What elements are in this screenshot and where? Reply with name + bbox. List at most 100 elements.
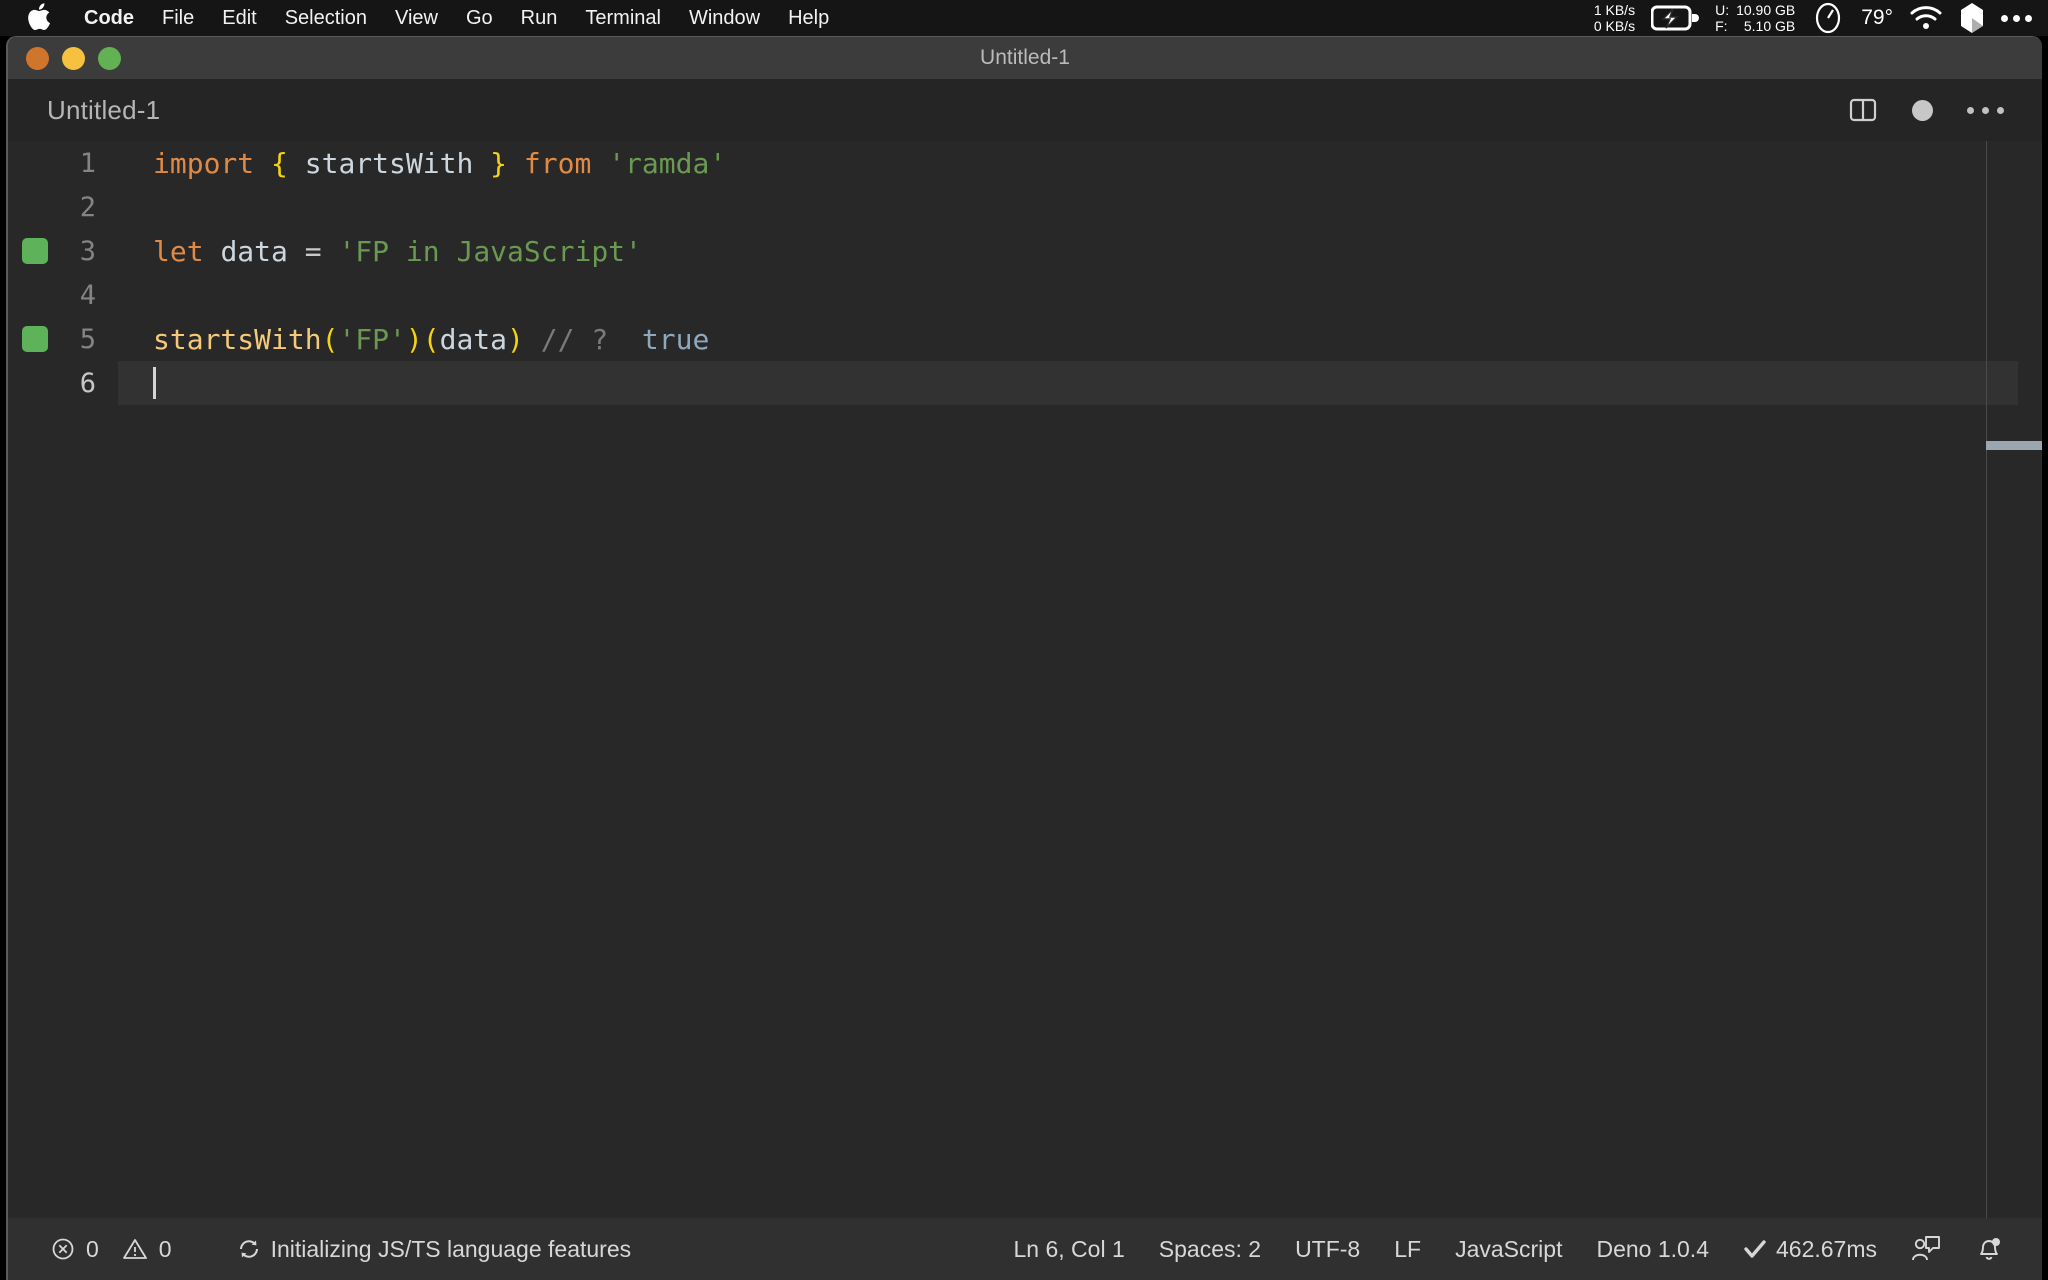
menu-item-run[interactable]: Run (507, 0, 572, 36)
code-token: true (641, 322, 710, 356)
status-indentation[interactable]: Spaces: 2 (1142, 1218, 1278, 1280)
code-token: { (271, 146, 288, 180)
memory-used-label: U: (1715, 2, 1730, 18)
line-content[interactable]: import { startsWith } from 'ramda' (118, 141, 2042, 185)
code-line[interactable]: 2 (8, 185, 2042, 229)
feedback-person-icon (1911, 1235, 1941, 1263)
apple-logo-icon[interactable] (22, 2, 56, 32)
status-problems[interactable]: 0 0 (38, 1218, 185, 1280)
status-feedback[interactable] (1894, 1218, 1958, 1280)
editor-tab-bar: Untitled-1 (8, 79, 2042, 141)
ellipsis-icon[interactable] (2001, 14, 2032, 22)
code-line[interactable]: 6 (8, 361, 2042, 405)
status-task-progress[interactable]: Initializing JS/TS language features (223, 1218, 645, 1280)
check-icon (1743, 1238, 1767, 1260)
status-bar: 0 0 Initializing JS/TS language features… (8, 1218, 2042, 1280)
code-token: ( (321, 322, 339, 356)
line-number: 1 (79, 147, 96, 179)
line-number: 6 (79, 367, 96, 399)
more-actions-icon[interactable] (1967, 106, 2004, 114)
status-execution-time[interactable]: 462.67ms (1726, 1218, 1894, 1280)
status-runtime-deno[interactable]: Deno 1.0.4 (1579, 1218, 1726, 1280)
warning-triangle-icon (122, 1237, 148, 1261)
line-number: 2 (79, 191, 96, 223)
status-bar-left: 0 0 Initializing JS/TS language features (8, 1218, 644, 1280)
code-token: data (220, 234, 288, 268)
code-lines-container: 1 import { startsWith } from 'ramda' 2 3 let… (8, 141, 2042, 405)
vscode-window: Untitled-1 Untitled-1 1 import { startsWi… (6, 36, 2042, 1280)
menu-item-help[interactable]: Help (774, 0, 843, 36)
menu-item-edit[interactable]: Edit (208, 0, 270, 36)
line-content[interactable] (118, 185, 2042, 229)
menu-item-terminal[interactable]: Terminal (571, 0, 675, 36)
code-token: 'FP in JavaScript' (338, 234, 642, 268)
menu-item-go[interactable]: Go (452, 0, 507, 36)
menu-item-window[interactable]: Window (675, 0, 774, 36)
line-content[interactable] (118, 273, 2042, 317)
git-added-marker (22, 238, 48, 264)
code-token: } (490, 146, 508, 180)
temperature-indicator[interactable]: 79° (1861, 6, 1893, 30)
code-token: data (439, 322, 508, 356)
wifi-icon[interactable] (1909, 5, 1943, 31)
network-download-speed: 1 KB/s (1593, 2, 1636, 18)
window-titlebar: Untitled-1 (8, 37, 2042, 79)
code-token: ) (405, 322, 423, 356)
code-line[interactable]: 1 import { startsWith } from 'ramda' (8, 141, 2042, 185)
code-token: 'FP' (338, 322, 406, 356)
window-title: Untitled-1 (980, 46, 1070, 69)
git-added-marker (22, 326, 48, 352)
unsaved-changes-dot[interactable] (1912, 99, 1933, 121)
sync-spinner-icon (236, 1236, 262, 1262)
control-center-icon[interactable] (1959, 2, 1985, 34)
line-content[interactable] (118, 361, 2018, 405)
status-language-mode[interactable]: JavaScript (1438, 1218, 1579, 1280)
status-cursor-position[interactable]: Ln 6, Col 1 (997, 1218, 1142, 1280)
code-token: startsWith (304, 146, 474, 180)
code-line[interactable]: 3 let data = 'FP in JavaScript' (8, 229, 2042, 273)
code-line[interactable]: 4 (8, 273, 2042, 317)
code-token: 'ramda' (608, 146, 727, 180)
network-upload-speed: 0 KB/s (1593, 18, 1636, 34)
network-speed-indicator[interactable]: 1 KB/s 0 KB/s (1594, 2, 1635, 34)
status-eol[interactable]: LF (1377, 1218, 1438, 1280)
split-editor-icon[interactable] (1848, 95, 1878, 125)
speedometer-icon[interactable] (1811, 1, 1845, 35)
memory-usage-indicator[interactable]: U: F: 10.90 GB 5.10 GB (1715, 2, 1795, 34)
editor-code-area[interactable]: 1 import { startsWith } from 'ramda' 2 3 let… (8, 141, 2042, 1218)
code-token: startsWith (153, 322, 322, 356)
code-token: = (304, 234, 322, 268)
text-cursor (153, 367, 156, 399)
menu-item-view[interactable]: View (381, 0, 452, 36)
macos-menu-bar: Code File Edit Selection View Go Run Ter… (0, 0, 2048, 36)
battery-charging-icon[interactable] (1651, 4, 1700, 32)
code-token: from (523, 146, 592, 180)
menu-item-code[interactable]: Code (70, 0, 148, 36)
cursor-position-marker (1986, 441, 2042, 450)
menu-item-selection[interactable]: Selection (271, 0, 381, 36)
warning-count: 0 (158, 1235, 172, 1262)
tab-untitled-1[interactable]: Untitled-1 (47, 95, 160, 126)
code-line[interactable]: 5 startsWith('FP')(data) // ? true (8, 317, 2042, 361)
status-bar-right: Ln 6, Col 1 Spaces: 2 UTF-8 LF JavaScrip… (997, 1218, 2042, 1280)
error-circle-icon (51, 1237, 75, 1261)
line-content[interactable]: startsWith('FP')(data) // ? true (118, 317, 2042, 361)
overview-ruler[interactable] (1986, 141, 2042, 1218)
status-encoding[interactable]: UTF-8 (1278, 1218, 1377, 1280)
status-notifications[interactable] (1958, 1218, 2020, 1280)
menu-item-file[interactable]: File (148, 0, 208, 36)
editor-action-buttons (1848, 95, 2042, 125)
memory-free-value: 5.10 GB (1743, 18, 1796, 34)
error-count: 0 (86, 1235, 99, 1262)
line-content[interactable]: let data = 'FP in JavaScript' (118, 229, 2042, 273)
